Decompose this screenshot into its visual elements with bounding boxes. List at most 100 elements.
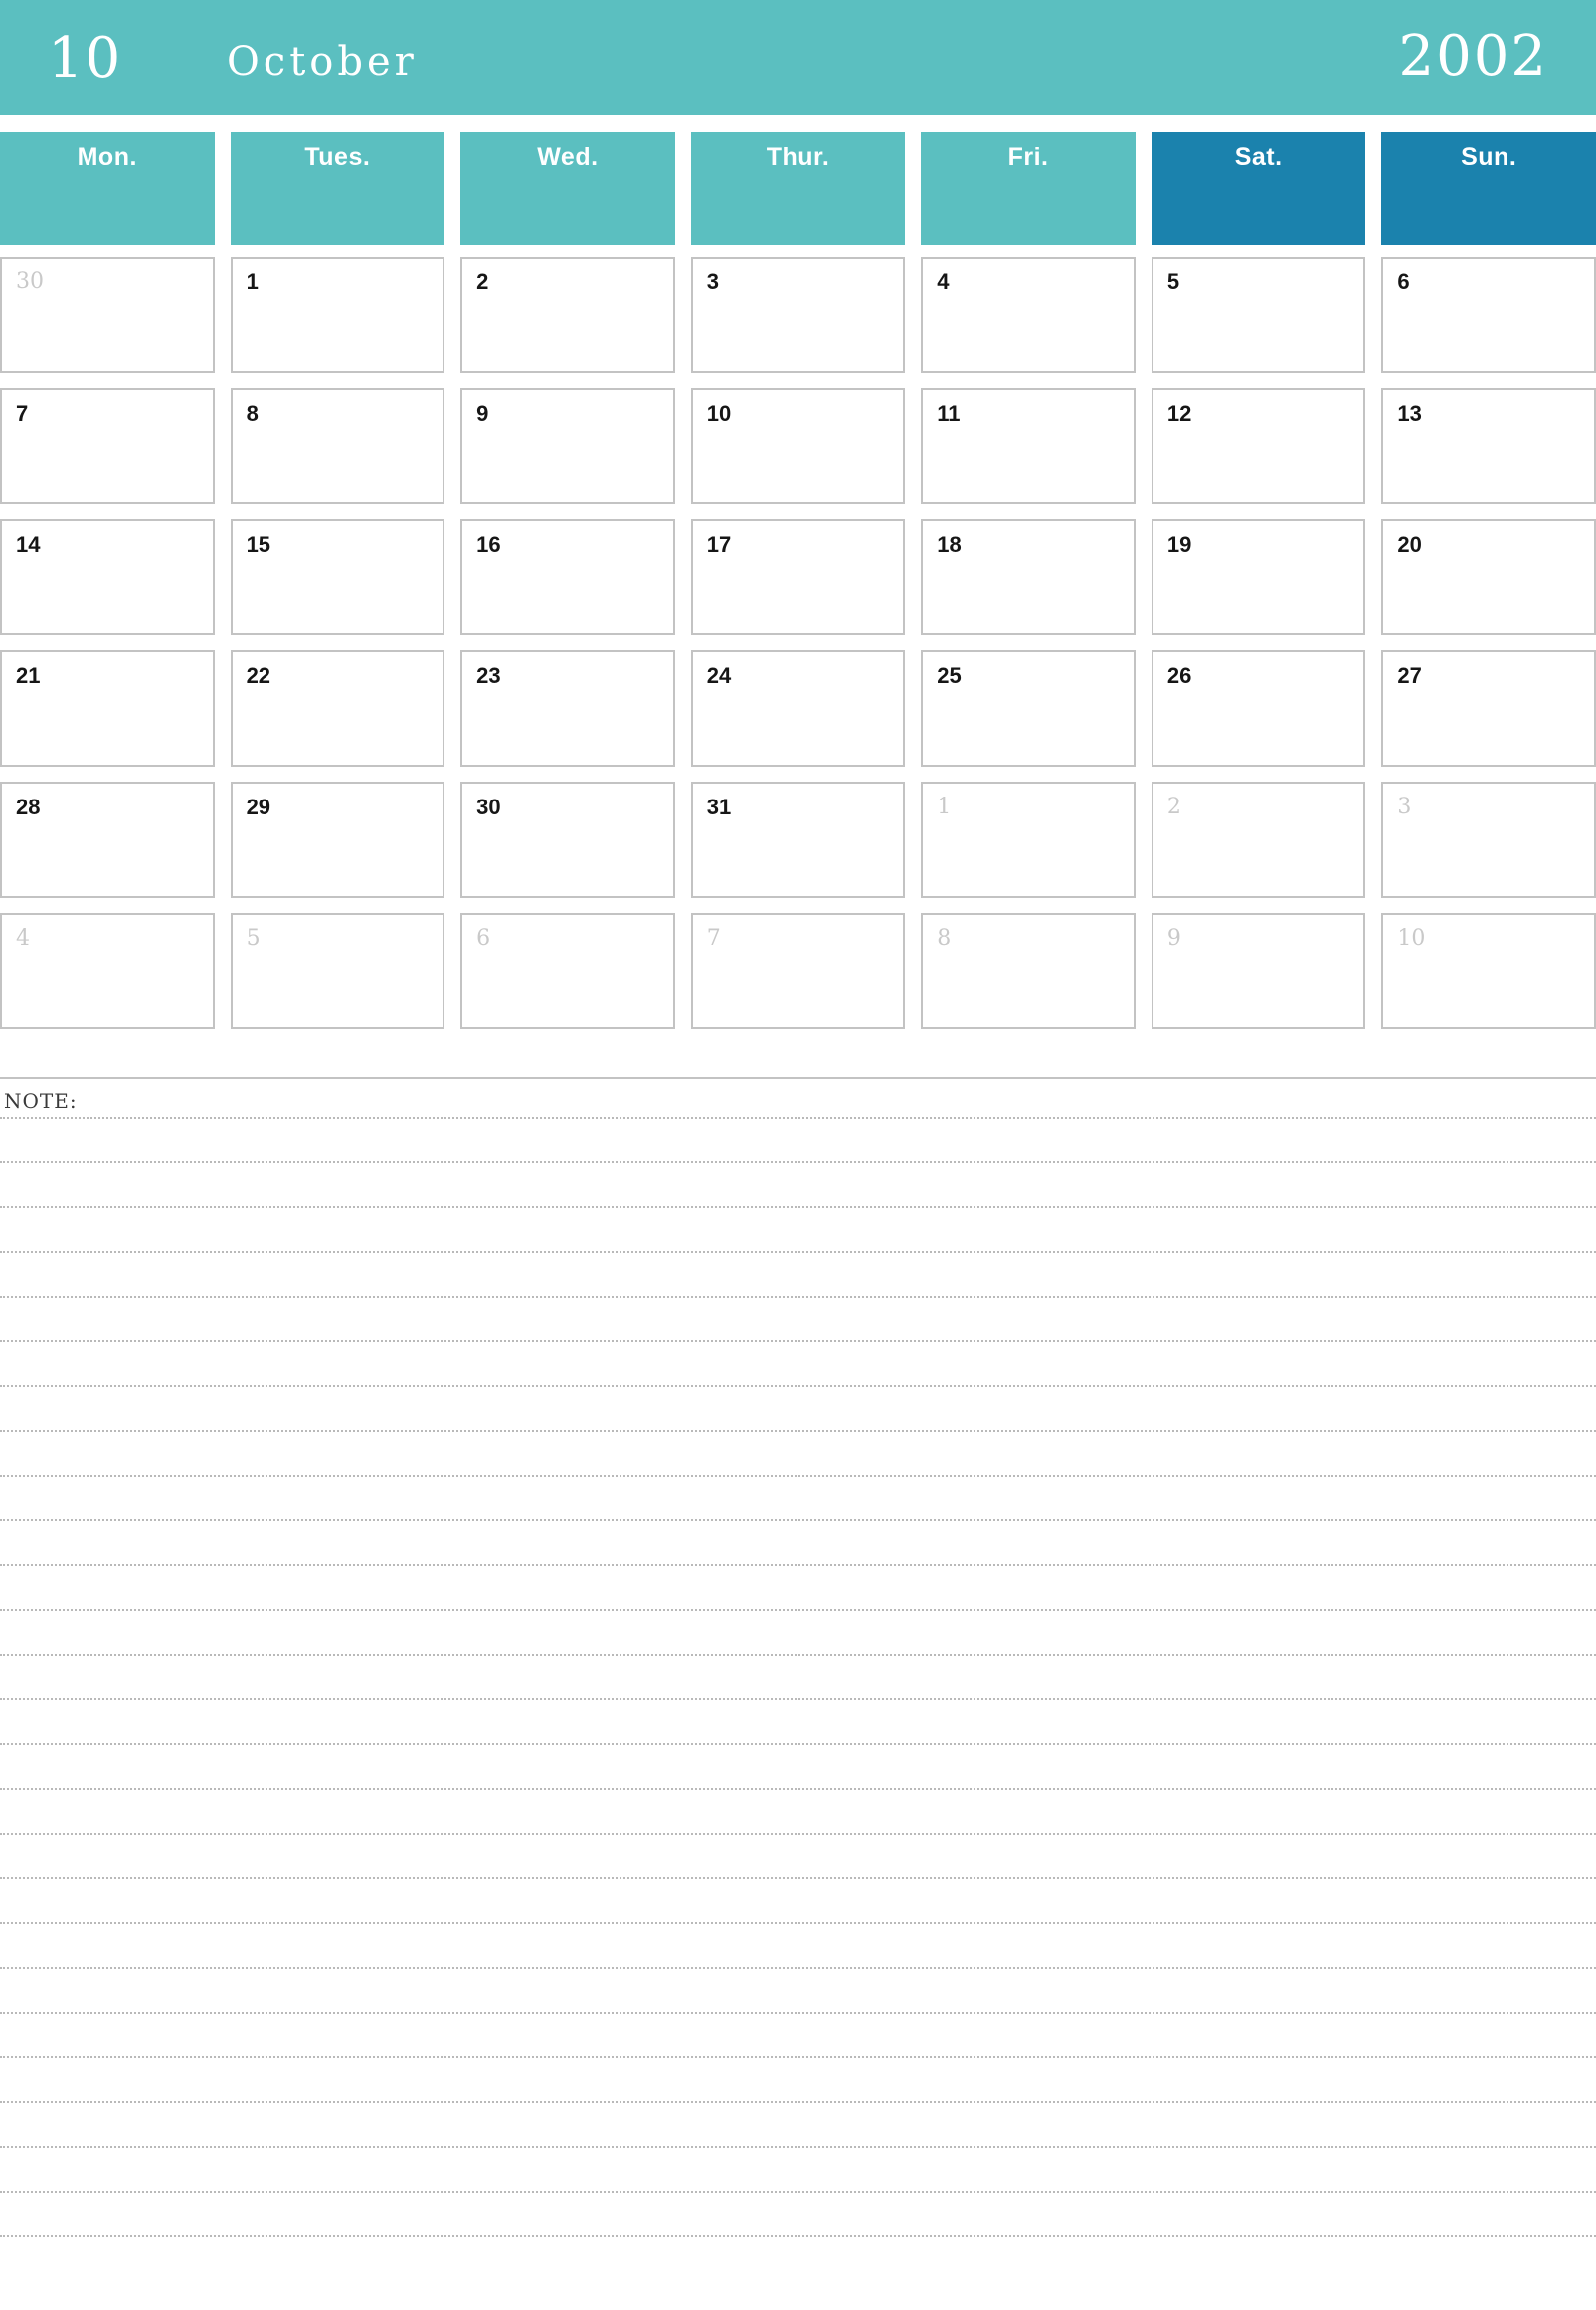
day-number: 9 — [1166, 926, 1181, 951]
day-cell[interactable]: 9 — [460, 388, 675, 504]
day-cell[interactable]: 6 — [1381, 257, 1596, 373]
note-line[interactable] — [0, 1519, 1596, 1521]
day-cell[interactable]: 22 — [230, 650, 445, 767]
day-cell[interactable]: 8 — [230, 388, 445, 504]
day-cell[interactable]: 12 — [1151, 388, 1366, 504]
calendar-title-bar: 10 October 2002 — [0, 0, 1596, 115]
day-cell[interactable]: 1 — [921, 782, 1136, 898]
month-name: October — [227, 39, 418, 85]
month-number: 10 — [48, 26, 123, 90]
day-number: 1 — [246, 269, 259, 294]
day-cell[interactable]: 1 — [230, 257, 445, 373]
note-line[interactable] — [0, 1117, 1596, 1119]
day-cell[interactable]: 3 — [690, 257, 906, 373]
note-line[interactable] — [0, 2056, 1596, 2058]
note-line[interactable] — [0, 2191, 1596, 2193]
day-cell[interactable]: 27 — [1381, 650, 1596, 767]
weekday-header-sun: Sun. — [1381, 132, 1596, 245]
day-cell[interactable]: 11 — [921, 388, 1136, 504]
day-cell[interactable]: 13 — [1381, 388, 1596, 504]
day-cell[interactable]: 15 — [230, 519, 445, 635]
day-cell[interactable]: 19 — [1151, 519, 1366, 635]
note-line[interactable] — [0, 1385, 1596, 1387]
day-number: 16 — [476, 532, 501, 557]
day-cell[interactable]: 24 — [690, 650, 906, 767]
day-cell[interactable]: 28 — [0, 782, 215, 898]
day-number: 10 — [706, 401, 732, 426]
note-line[interactable] — [0, 1475, 1596, 1477]
note-line[interactable] — [0, 1833, 1596, 1835]
day-cell[interactable]: 16 — [460, 519, 675, 635]
day-cell[interactable]: 2 — [1151, 782, 1366, 898]
day-number: 25 — [937, 663, 962, 688]
weekday-header-sat: Sat. — [1151, 132, 1366, 245]
day-number: 2 — [476, 269, 489, 294]
note-line[interactable] — [0, 1967, 1596, 1969]
note-line[interactable] — [0, 2146, 1596, 2148]
day-number: 26 — [1166, 663, 1192, 688]
day-number: 20 — [1397, 532, 1422, 557]
note-line[interactable] — [0, 2235, 1596, 2237]
year-label: 2002 — [1398, 24, 1548, 89]
day-cell[interactable]: 3 — [1381, 782, 1596, 898]
day-cell[interactable]: 6 — [460, 913, 675, 1029]
note-line[interactable] — [0, 1654, 1596, 1656]
day-cell[interactable]: 14 — [0, 519, 215, 635]
day-number: 8 — [246, 401, 259, 426]
day-cell[interactable]: 7 — [690, 913, 906, 1029]
note-line[interactable] — [0, 1340, 1596, 1342]
day-cell[interactable]: 21 — [0, 650, 215, 767]
calendar-day-grid: 30 1 2 3 4 5 6 7 8 9 10 11 12 13 14 15 16 17 18 19 20 21 22 23 2… — [0, 257, 1596, 1029]
day-number: 3 — [706, 269, 719, 294]
note-line[interactable] — [0, 2101, 1596, 2103]
note-line[interactable] — [0, 1698, 1596, 1700]
day-number: 4 — [16, 926, 30, 951]
note-line[interactable] — [0, 1161, 1596, 1163]
note-line[interactable] — [0, 1564, 1596, 1566]
day-cell[interactable]: 26 — [1151, 650, 1366, 767]
day-cell[interactable]: 23 — [460, 650, 675, 767]
note-line[interactable] — [0, 1788, 1596, 1790]
day-cell[interactable]: 20 — [1381, 519, 1596, 635]
note-line[interactable] — [0, 1922, 1596, 1924]
day-cell[interactable]: 10 — [690, 388, 906, 504]
day-number: 4 — [937, 269, 950, 294]
day-cell[interactable]: 30 — [460, 782, 675, 898]
day-cell[interactable]: 8 — [921, 913, 1136, 1029]
day-cell[interactable]: 18 — [921, 519, 1136, 635]
note-line[interactable] — [0, 1877, 1596, 1879]
note-ruled-lines[interactable] — [0, 1117, 1596, 2237]
weekday-header-mon: Mon. — [0, 132, 215, 245]
day-cell[interactable]: 5 — [230, 913, 445, 1029]
day-cell[interactable]: 4 — [0, 913, 215, 1029]
day-cell[interactable]: 9 — [1151, 913, 1366, 1029]
note-section: NOTE: — [0, 1077, 1596, 2280]
day-cell[interactable]: 4 — [921, 257, 1136, 373]
day-number: 22 — [246, 663, 271, 688]
day-number: 6 — [1397, 269, 1410, 294]
day-cell[interactable]: 25 — [921, 650, 1136, 767]
day-cell[interactable]: 2 — [460, 257, 675, 373]
day-cell[interactable]: 10 — [1381, 913, 1596, 1029]
day-number: 27 — [1397, 663, 1422, 688]
day-cell[interactable]: 31 — [690, 782, 906, 898]
day-cell[interactable]: 30 — [0, 257, 215, 373]
day-number: 2 — [1166, 795, 1181, 819]
note-line[interactable] — [0, 1743, 1596, 1745]
day-cell[interactable]: 29 — [230, 782, 445, 898]
day-number: 29 — [246, 795, 271, 819]
day-number: 30 — [16, 269, 44, 294]
day-cell[interactable]: 17 — [690, 519, 906, 635]
note-line[interactable] — [0, 1430, 1596, 1432]
note-line[interactable] — [0, 1206, 1596, 1208]
day-number: 3 — [1397, 795, 1412, 819]
note-line[interactable] — [0, 2012, 1596, 2014]
day-number: 7 — [706, 926, 721, 951]
note-line[interactable] — [0, 1296, 1596, 1298]
note-line[interactable] — [0, 1609, 1596, 1611]
day-cell[interactable]: 7 — [0, 388, 215, 504]
day-number: 15 — [246, 532, 271, 557]
note-line[interactable] — [0, 1251, 1596, 1253]
day-number: 5 — [1166, 269, 1180, 294]
day-cell[interactable]: 5 — [1151, 257, 1366, 373]
